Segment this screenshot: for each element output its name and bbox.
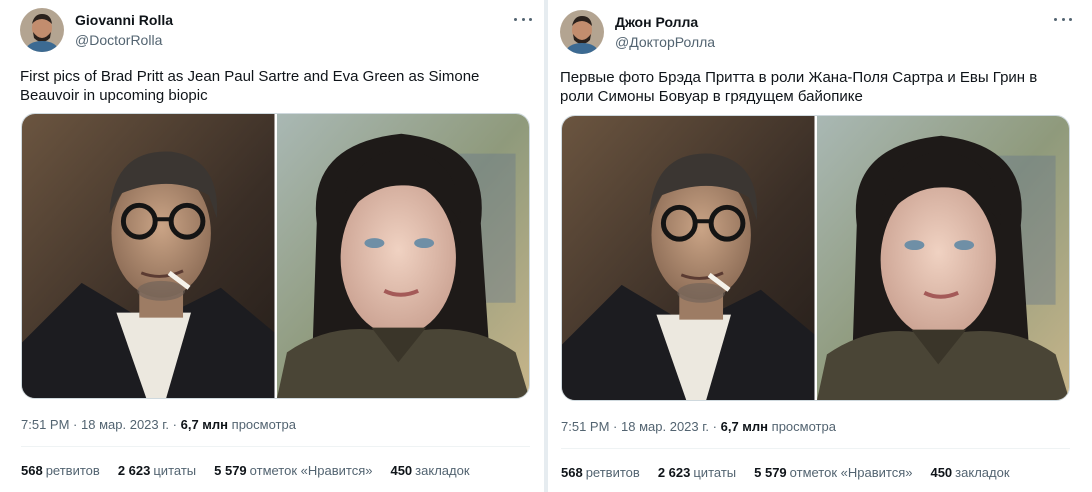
author-name[interactable]: Джон Ролла (615, 13, 715, 31)
retweets-count: 568 (21, 463, 43, 478)
tweet-stats: 568 ретвитов 2 623 цитаты 5 579 отметок «Нр… (561, 465, 1028, 480)
photo-woman-dark-hair[interactable] (816, 116, 1069, 400)
bookmarks-stat[interactable]: 450 закладок (390, 463, 469, 478)
bookmarks-count: 450 (930, 465, 953, 480)
likes-stat[interactable]: 5 579 отметок «Нравится» (214, 463, 372, 478)
views-count: 6,7 млн (180, 417, 229, 432)
tweet-header: Giovanni Rolla @DoctorRolla (20, 8, 173, 52)
tweet-text: First pics of Brad Pritt as Jean Paul Sa… (20, 68, 480, 104)
retweets-stat[interactable]: 568 ретвитов (561, 465, 640, 480)
tweet-date[interactable]: 18 мар. 2023 г. (621, 419, 709, 434)
more-horizontal-icon[interactable] (514, 12, 532, 26)
separator: · (613, 419, 618, 434)
more-horizontal-icon[interactable] (1054, 12, 1072, 26)
tweet-meta: 7:51 PM · 18 мар. 2023 г. · 6,7 млн прос… (561, 419, 836, 434)
tweet-date[interactable]: 18 мар. 2023 г. (81, 417, 169, 432)
tweet-time[interactable]: 7:51 PM (21, 417, 69, 432)
avatar[interactable] (20, 8, 64, 52)
likes-label: отметок «Нравится» (789, 465, 913, 480)
media-grid (21, 113, 530, 399)
bookmarks-label: закладок (415, 463, 470, 478)
author-name[interactable]: Giovanni Rolla (75, 11, 173, 29)
divider (561, 448, 1070, 449)
retweets-label: ретвитов (45, 463, 100, 478)
quotes-label: цитаты (693, 465, 737, 480)
retweets-stat[interactable]: 568 ретвитов (21, 463, 100, 478)
photo-woman-dark-hair[interactable] (276, 114, 529, 398)
bookmarks-label: закладок (955, 465, 1010, 480)
avatar[interactable] (560, 10, 604, 54)
likes-count: 5 579 (754, 465, 787, 480)
separator: · (712, 419, 717, 434)
photo-man-glasses[interactable] (22, 114, 275, 398)
separator: · (172, 417, 177, 432)
views-label: просмотра (771, 419, 836, 434)
retweets-count: 568 (561, 465, 583, 480)
likes-label: отметок «Нравится» (249, 463, 373, 478)
quotes-label: цитаты (153, 463, 197, 478)
author-handle[interactable]: @ДокторРолла (615, 33, 715, 51)
author-handle[interactable]: @DoctorRolla (75, 31, 173, 49)
tweet-header: Джон Ролла @ДокторРолла (560, 10, 715, 54)
views-count: 6,7 млн (720, 419, 769, 434)
quotes-count: 2 623 (117, 463, 151, 478)
photo-man-glasses[interactable] (562, 116, 815, 400)
bookmarks-count: 450 (390, 463, 413, 478)
tweet-card-english[interactable]: Giovanni Rolla @DoctorRolla First pics o… (0, 0, 544, 492)
bookmarks-stat[interactable]: 450 закладок (930, 465, 1009, 480)
quotes-count: 2 623 (657, 465, 691, 480)
retweets-label: ретвитов (585, 465, 640, 480)
tweet-meta: 7:51 PM · 18 мар. 2023 г. · 6,7 млн прос… (21, 417, 296, 432)
likes-count: 5 579 (214, 463, 247, 478)
quotes-stat[interactable]: 2 623 цитаты (118, 463, 196, 478)
tweet-stats: 568 ретвитов 2 623 цитаты 5 579 отметок «Нр… (21, 463, 488, 478)
tweet-card-russian[interactable]: Джон Ролла @ДокторРолла Первые фото Брэд… (548, 0, 1092, 492)
media-grid (561, 115, 1070, 401)
quotes-stat[interactable]: 2 623 цитаты (658, 465, 736, 480)
views-label: просмотра (231, 417, 296, 432)
divider (21, 446, 530, 447)
tweet-time[interactable]: 7:51 PM (561, 419, 609, 434)
separator: · (73, 417, 78, 432)
tweet-text: Первые фото Брэда Притта в роли Жана-Пол… (560, 69, 1038, 105)
likes-stat[interactable]: 5 579 отметок «Нравится» (754, 465, 912, 480)
